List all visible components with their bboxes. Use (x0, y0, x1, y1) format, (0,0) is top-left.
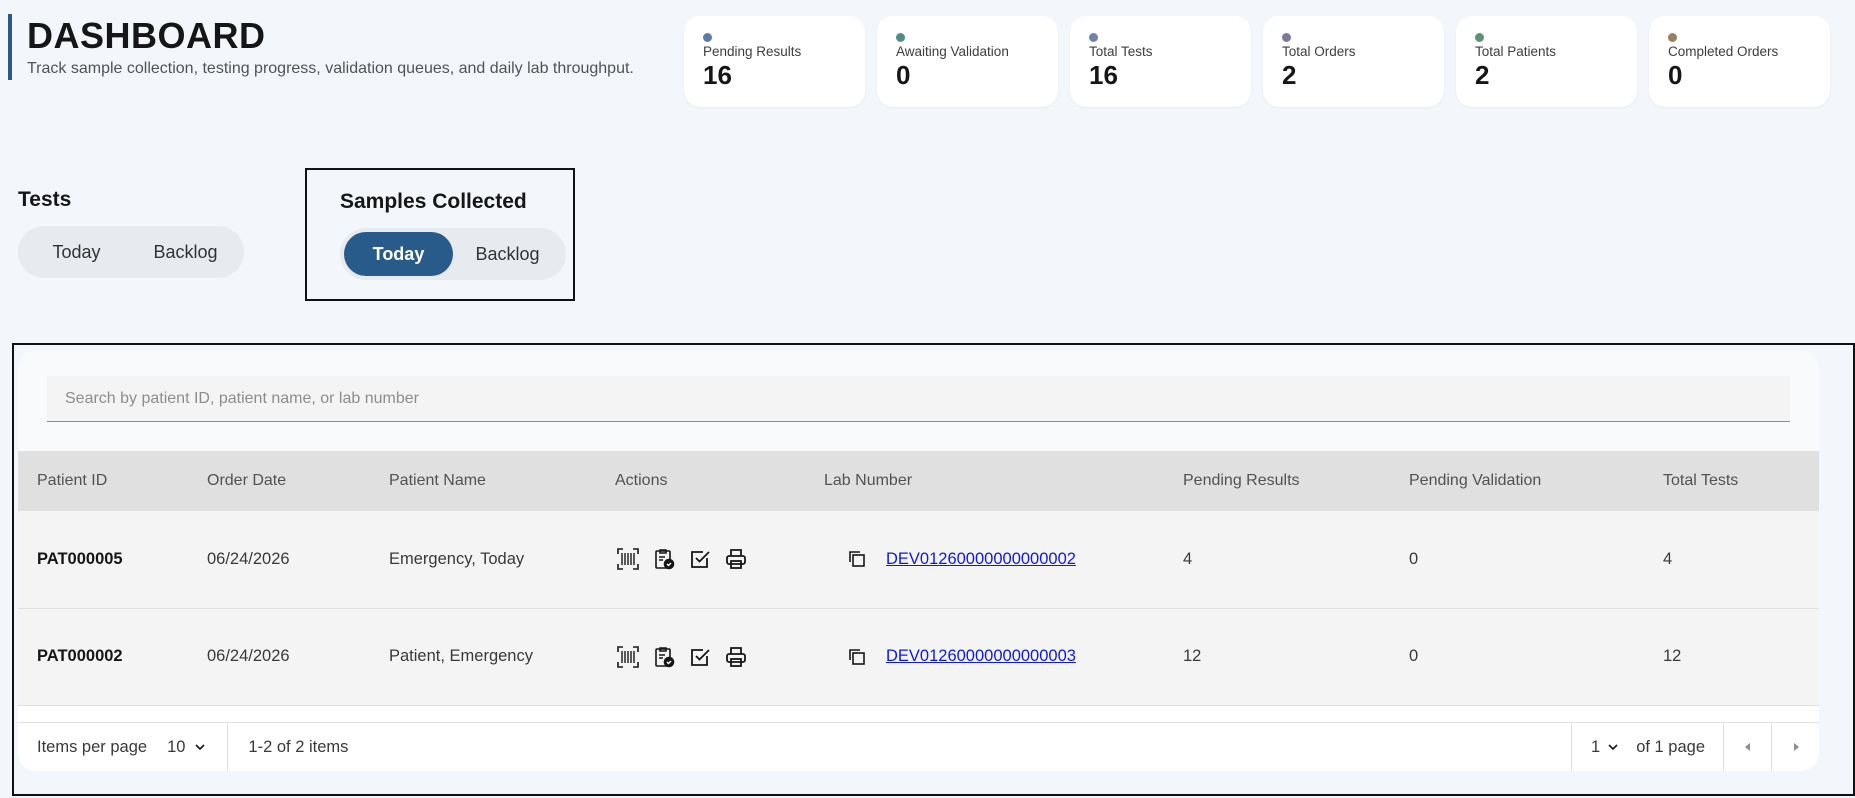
samples-toggle: Today Backlog (340, 228, 566, 280)
status-dot (1475, 33, 1484, 42)
cell-patient-name: Emergency, Today (389, 549, 525, 568)
tests-backlog-button[interactable]: Backlog (131, 230, 240, 274)
barcode-icon[interactable] (615, 644, 641, 670)
stat-value: 0 (896, 60, 911, 90)
cell-patient-id: PAT000002 (37, 647, 123, 665)
pagination-bar: Items per page 10 1-2 of 2 items 1 of 1 … (18, 722, 1819, 771)
printer-icon[interactable] (723, 644, 749, 670)
barcode-icon[interactable] (615, 546, 641, 572)
cell-total-tests: 12 (1663, 647, 1682, 665)
previous-page-button[interactable] (1723, 723, 1771, 771)
column-header-lab-number[interactable]: Lab Number (805, 451, 1164, 511)
stat-value: 16 (1089, 60, 1118, 90)
items-per-page-value: 10 (167, 737, 186, 756)
samples-toggle-title: Samples Collected (340, 190, 527, 213)
cell-pending-results: 12 (1183, 647, 1202, 665)
column-header-pending-validation[interactable]: Pending Validation (1390, 451, 1644, 511)
column-header-order-date[interactable]: Order Date (188, 451, 370, 511)
cell-actions (596, 511, 805, 608)
tests-toggle-title: Tests (18, 188, 72, 211)
printer-icon[interactable] (723, 546, 749, 572)
next-page-button[interactable] (1771, 723, 1819, 771)
column-header-actions: Actions (615, 472, 668, 489)
caret-right-icon (1793, 743, 1799, 751)
copy-icon[interactable] (844, 546, 870, 572)
column-header-patient-name[interactable]: Patient Name (370, 451, 596, 511)
cell-lab-number: DEV01260000000000002 (805, 511, 1164, 608)
tests-toggle: Today Backlog (18, 226, 244, 278)
clipboard-check-icon[interactable] (651, 546, 677, 572)
cell-pending-validation: 0 (1409, 549, 1419, 568)
stat-card-awaiting-validation: Awaiting Validation 0 (877, 16, 1058, 107)
page-header: DASHBOARD Track sample collection, testi… (8, 14, 634, 80)
stat-card-total-patients: Total Patients 2 (1456, 16, 1637, 107)
status-dot (1282, 33, 1291, 42)
table-row: PAT000002 06/24/2026 Patient, Emergency (18, 608, 1819, 705)
stat-card-completed-orders: Completed Orders 0 (1649, 16, 1830, 107)
samples-today-button[interactable]: Today (344, 232, 453, 276)
cell-total-tests: 4 (1663, 549, 1673, 568)
copy-icon[interactable] (844, 644, 870, 670)
items-per-page-label: Items per page (37, 737, 148, 756)
cell-patient-name: Patient, Emergency (389, 647, 533, 665)
cell-pending-validation: 0 (1409, 647, 1419, 665)
caret-left-icon (1744, 743, 1750, 751)
cell-patient-id: PAT000005 (37, 549, 123, 568)
stat-card-pending-results: Pending Results 16 (684, 16, 865, 107)
samples-table-panel: Patient ID Order Date Patient Name Actio… (18, 351, 1819, 771)
stat-value: 0 (1668, 60, 1683, 90)
clipboard-check-icon[interactable] (651, 644, 677, 670)
stat-label: Total Patients (1475, 44, 1557, 59)
chevron-down-icon (1608, 744, 1618, 751)
page-title: DASHBOARD (27, 15, 266, 56)
column-header-patient-id[interactable]: Patient ID (18, 451, 188, 511)
status-dot (703, 33, 712, 42)
stat-label: Total Orders (1282, 44, 1356, 59)
stat-value: 2 (1475, 60, 1490, 90)
checkbox-icon[interactable] (687, 546, 713, 572)
status-dot (1668, 33, 1677, 42)
cell-order-date: 06/24/2026 (207, 647, 290, 665)
cell-order-date: 06/24/2026 (207, 549, 290, 568)
stat-card-total-orders: Total Orders 2 (1263, 16, 1444, 107)
current-page: 1 (1591, 737, 1601, 756)
cell-actions (596, 608, 805, 705)
samples-backlog-button[interactable]: Backlog (453, 232, 562, 276)
stat-label: Awaiting Validation (896, 44, 1009, 59)
table-header-row: Patient ID Order Date Patient Name Actio… (18, 451, 1819, 511)
lab-number-link[interactable]: DEV01260000000000003 (886, 647, 1076, 666)
stat-label: Total Tests (1089, 44, 1153, 59)
stat-cards: Pending Results 16 Awaiting Validation 0… (684, 16, 1830, 107)
column-header-pending-results[interactable]: Pending Results (1164, 451, 1390, 511)
cell-lab-number: DEV01260000000000003 (805, 608, 1164, 705)
status-dot (896, 33, 905, 42)
items-per-page: Items per page 10 (18, 723, 229, 771)
column-header-total-tests[interactable]: Total Tests (1644, 451, 1819, 511)
tests-toggle-group: Tests Today Backlog (18, 188, 244, 278)
stat-label: Pending Results (703, 44, 802, 59)
page-subtitle: Track sample collection, testing progres… (27, 60, 634, 77)
stat-label: Completed Orders (1668, 44, 1779, 59)
cell-pending-results: 4 (1183, 549, 1193, 568)
stat-card-total-tests: Total Tests 16 (1070, 16, 1251, 107)
page-count: of 1 page (1636, 737, 1705, 756)
stat-value: 2 (1282, 60, 1297, 90)
status-dot (1089, 33, 1098, 42)
samples-collected-toggle-group: Samples Collected Today Backlog (305, 168, 575, 301)
pagination-controls: 1 of 1 page (1571, 723, 1819, 771)
checkbox-icon[interactable] (687, 644, 713, 670)
chevron-down-icon (195, 744, 205, 751)
items-per-page-select[interactable]: 10 (167, 738, 207, 757)
samples-table: Patient ID Order Date Patient Name Actio… (18, 451, 1819, 706)
page-select[interactable]: 1 (1571, 723, 1636, 771)
stat-value: 16 (703, 60, 732, 90)
pagination-range: 1-2 of 2 items (248, 737, 349, 756)
search-input[interactable] (47, 376, 1790, 422)
lab-number-link[interactable]: DEV01260000000000002 (886, 550, 1076, 569)
tests-today-button[interactable]: Today (22, 230, 131, 274)
search-bar (18, 351, 1819, 451)
table-row: PAT000005 06/24/2026 Emergency, Today DE… (18, 511, 1819, 608)
